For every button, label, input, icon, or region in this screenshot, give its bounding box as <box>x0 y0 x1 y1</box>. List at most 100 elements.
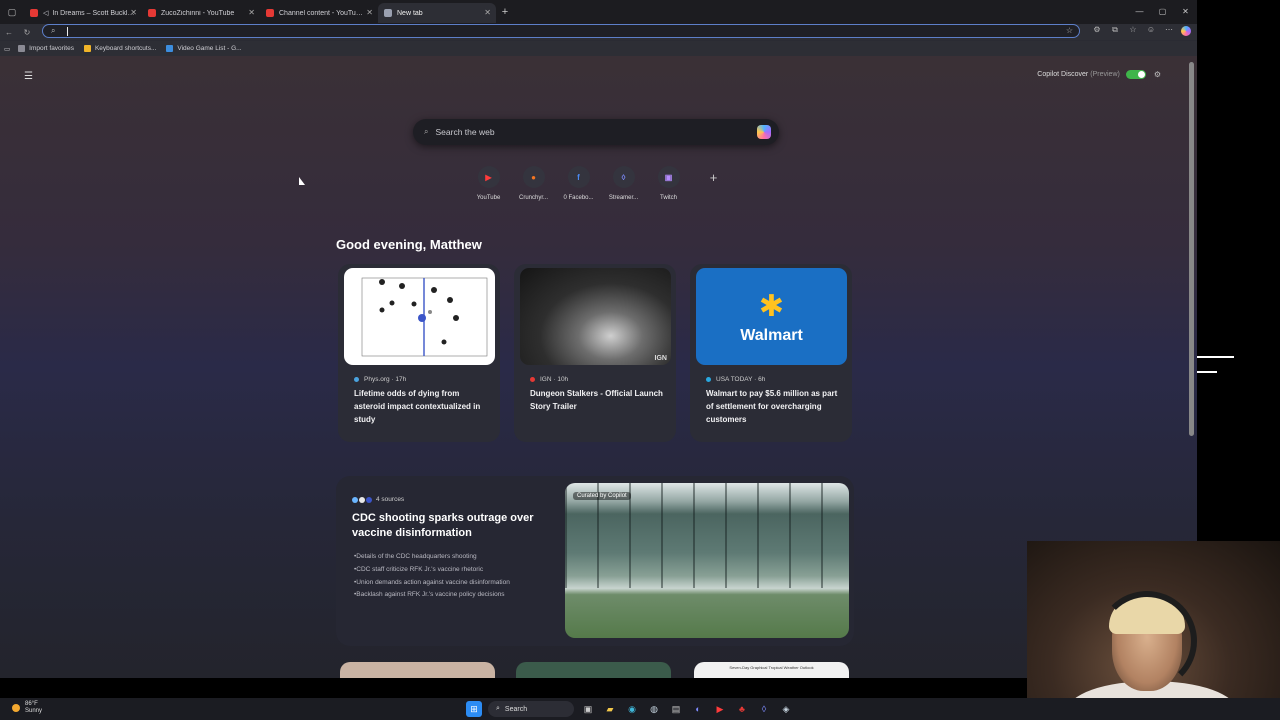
headset-icon <box>1097 591 1197 691</box>
card-source-label: Phys.org · 17h <box>364 376 407 383</box>
preview-label: (Preview) <box>1090 71 1120 78</box>
source-dot-icon <box>359 496 365 503</box>
source-dot-icon <box>366 496 372 503</box>
source-dot-icon <box>706 377 711 382</box>
greeting-heading: Good evening, Matthew <box>336 237 482 252</box>
list-item: •Union demands action against vaccine di… <box>354 578 510 586</box>
feature-story-card[interactable]: 4 sources CDC shooting sparks outrage ov… <box>336 476 854 646</box>
app-icon[interactable]: ♣ <box>734 701 750 717</box>
source-dot-icon <box>354 377 359 382</box>
quick-link-crunchyroll[interactable]: ● Crunchyr... <box>511 166 556 201</box>
bookmark-import-favorites[interactable]: Import favorites <box>18 45 74 52</box>
tab-zucozichinni[interactable]: ZucoZichinni - YouTube ✕ <box>142 3 260 23</box>
task-view-icon[interactable]: ▣ <box>580 701 596 717</box>
tab-new-tab[interactable]: New tab ✕ <box>378 3 496 23</box>
bookmark-label: Video Game List - G... <box>177 45 242 52</box>
discord-icon[interactable]: ◐ <box>690 701 706 717</box>
discover-label: Copilot Discover <box>1037 71 1089 78</box>
feature-sources: 4 sources <box>352 496 404 503</box>
add-quick-link-button[interactable]: + <box>691 166 736 201</box>
text-caret <box>67 27 68 36</box>
youtube-icon[interactable]: ▶ <box>712 701 728 717</box>
card-source: IGN · 10h <box>530 376 568 383</box>
card-title: Walmart to pay $5.6 million as part of s… <box>706 389 838 424</box>
cdc-building-photo: Curated by Copilot <box>565 483 849 638</box>
desktop-line <box>1197 356 1234 358</box>
taskbar: 86°F Sunny ⊞ ⌕ Search ▣ ▰ ◉ ◍ ▤ ◐ ▶ ♣ ◊ … <box>0 698 1280 720</box>
news-card[interactable]: Phys.org · 17h Lifetime odds of dying fr… <box>338 264 500 442</box>
taskbar-apps: ⊞ ⌕ Search ▣ ▰ ◉ ◍ ▤ ◐ ▶ ♣ ◊ ◈ <box>466 701 800 717</box>
folder-icon <box>83 45 91 52</box>
quick-link-facebook[interactable]: f 0 Facebo... <box>556 166 601 201</box>
window-controls: — ▢ ✕ <box>1128 0 1197 24</box>
close-tab-icon[interactable]: ✕ <box>484 8 491 17</box>
notepad-icon[interactable]: ▤ <box>668 701 684 717</box>
file-explorer-icon[interactable]: ▰ <box>602 701 618 717</box>
extensions-icon[interactable]: ⚙ <box>1091 25 1103 36</box>
back-icon[interactable]: ← <box>0 28 18 37</box>
maximize-icon[interactable]: ▢ <box>1151 0 1174 24</box>
favorites-icon[interactable]: ☆ <box>1127 25 1139 36</box>
tab-label: In Dreams – Scott Buckley (f <box>52 9 136 17</box>
quick-links: ▶ YouTube ● Crunchyr... f 0 Facebo... ◊ … <box>466 166 736 201</box>
streamer-icon: ◊ <box>612 166 635 188</box>
source-dot-icon <box>530 377 535 382</box>
list-item: •Details of the CDC headquarters shootin… <box>354 553 477 560</box>
bookmarks-menu-icon[interactable]: ▭ <box>4 45 10 53</box>
bookmark-video-game-list[interactable]: Video Game List - G... <box>166 45 242 52</box>
refresh-icon[interactable]: ↻ <box>18 28 36 37</box>
feature-bullets: •Details of the CDC headquarters shootin… <box>354 551 510 602</box>
bookmark-keyboard-shortcuts[interactable]: Keyboard shortcuts... <box>83 45 156 52</box>
quick-link-label: Streamer... <box>608 195 639 201</box>
weather-condition: Sunny <box>25 708 43 714</box>
close-tab-icon[interactable]: ✕ <box>248 8 255 17</box>
desktop-line <box>1197 371 1217 373</box>
tab-label: ZucoZichinni - YouTube <box>161 9 235 17</box>
more-menu-icon[interactable]: ⋯ <box>1163 25 1175 36</box>
mouse-cursor <box>299 177 305 185</box>
discover-toggle[interactable] <box>1125 70 1146 79</box>
favorite-star-icon[interactable]: ☆ <box>1066 26 1073 35</box>
steam-icon[interactable]: ◍ <box>646 701 662 717</box>
new-tab-button[interactable]: + <box>496 6 514 18</box>
import-icon <box>18 45 26 52</box>
search-placeholder: Search the web <box>435 127 495 137</box>
quick-link-youtube[interactable]: ▶ YouTube <box>466 166 511 201</box>
split-screen-icon[interactable]: ⧉ <box>1109 25 1121 36</box>
copilot-search-icon[interactable] <box>757 125 771 139</box>
hamburger-menu-icon[interactable]: ☰ <box>24 71 33 82</box>
search-icon: ⌕ <box>424 127 429 136</box>
taskbar-search[interactable]: ⌕ Search <box>488 701 574 717</box>
address-bar[interactable]: ⌕ ☆ <box>42 24 1080 38</box>
web-search-box[interactable]: ⌕ Search the web <box>413 119 779 145</box>
news-card[interactable]: ✱ Walmart USA TODAY · 6h Walmart to pay … <box>690 264 852 442</box>
youtube-favicon-icon <box>148 9 156 17</box>
tab-in-dreams[interactable]: ◁ In Dreams – Scott Buckley (f ✕ <box>24 3 142 23</box>
quick-link-twitch[interactable]: ▣ Twitch <box>646 166 691 201</box>
partial-card[interactable] <box>516 662 671 678</box>
profile-icon[interactable]: ☺ <box>1145 25 1157 36</box>
close-tab-icon[interactable]: ✕ <box>130 8 137 17</box>
close-window-icon[interactable]: ✕ <box>1174 0 1197 24</box>
steam-icon[interactable]: ◈ <box>778 701 794 717</box>
tab-actions-icon[interactable]: ▢ <box>0 0 24 24</box>
news-card[interactable]: IGN IGN · 10h Dungeon Stalkers - Officia… <box>514 264 676 442</box>
tab-channel-content[interactable]: Channel content - YouTube Studio ✕ <box>260 3 378 23</box>
page-scrollbar[interactable] <box>1189 62 1194 436</box>
source-dot-icon <box>352 496 358 503</box>
partial-card[interactable]: Seven-Day Graphical Tropical Weather Out… <box>694 662 849 678</box>
streamer-bot-icon[interactable]: ◊ <box>756 701 772 717</box>
close-tab-icon[interactable]: ✕ <box>366 8 373 17</box>
browser-window: ▢ ◁ In Dreams – Scott Buckley (f ✕ ZucoZ… <box>0 0 1197 678</box>
windows-start-icon[interactable]: ⊞ <box>466 701 482 717</box>
audio-icon[interactable]: ◁ <box>43 9 48 17</box>
search-icon: ⌕ <box>496 705 500 712</box>
copilot-icon[interactable] <box>1181 26 1191 36</box>
partial-card[interactable] <box>340 662 495 678</box>
minimize-icon[interactable]: — <box>1128 0 1151 24</box>
edge-icon[interactable]: ◉ <box>624 701 640 717</box>
weather-widget[interactable]: 86°F Sunny <box>12 701 42 715</box>
twitch-icon: ▣ <box>657 166 680 188</box>
settings-gear-icon[interactable]: ⚙ <box>1154 70 1161 79</box>
quick-link-streamer[interactable]: ◊ Streamer... <box>601 166 646 201</box>
